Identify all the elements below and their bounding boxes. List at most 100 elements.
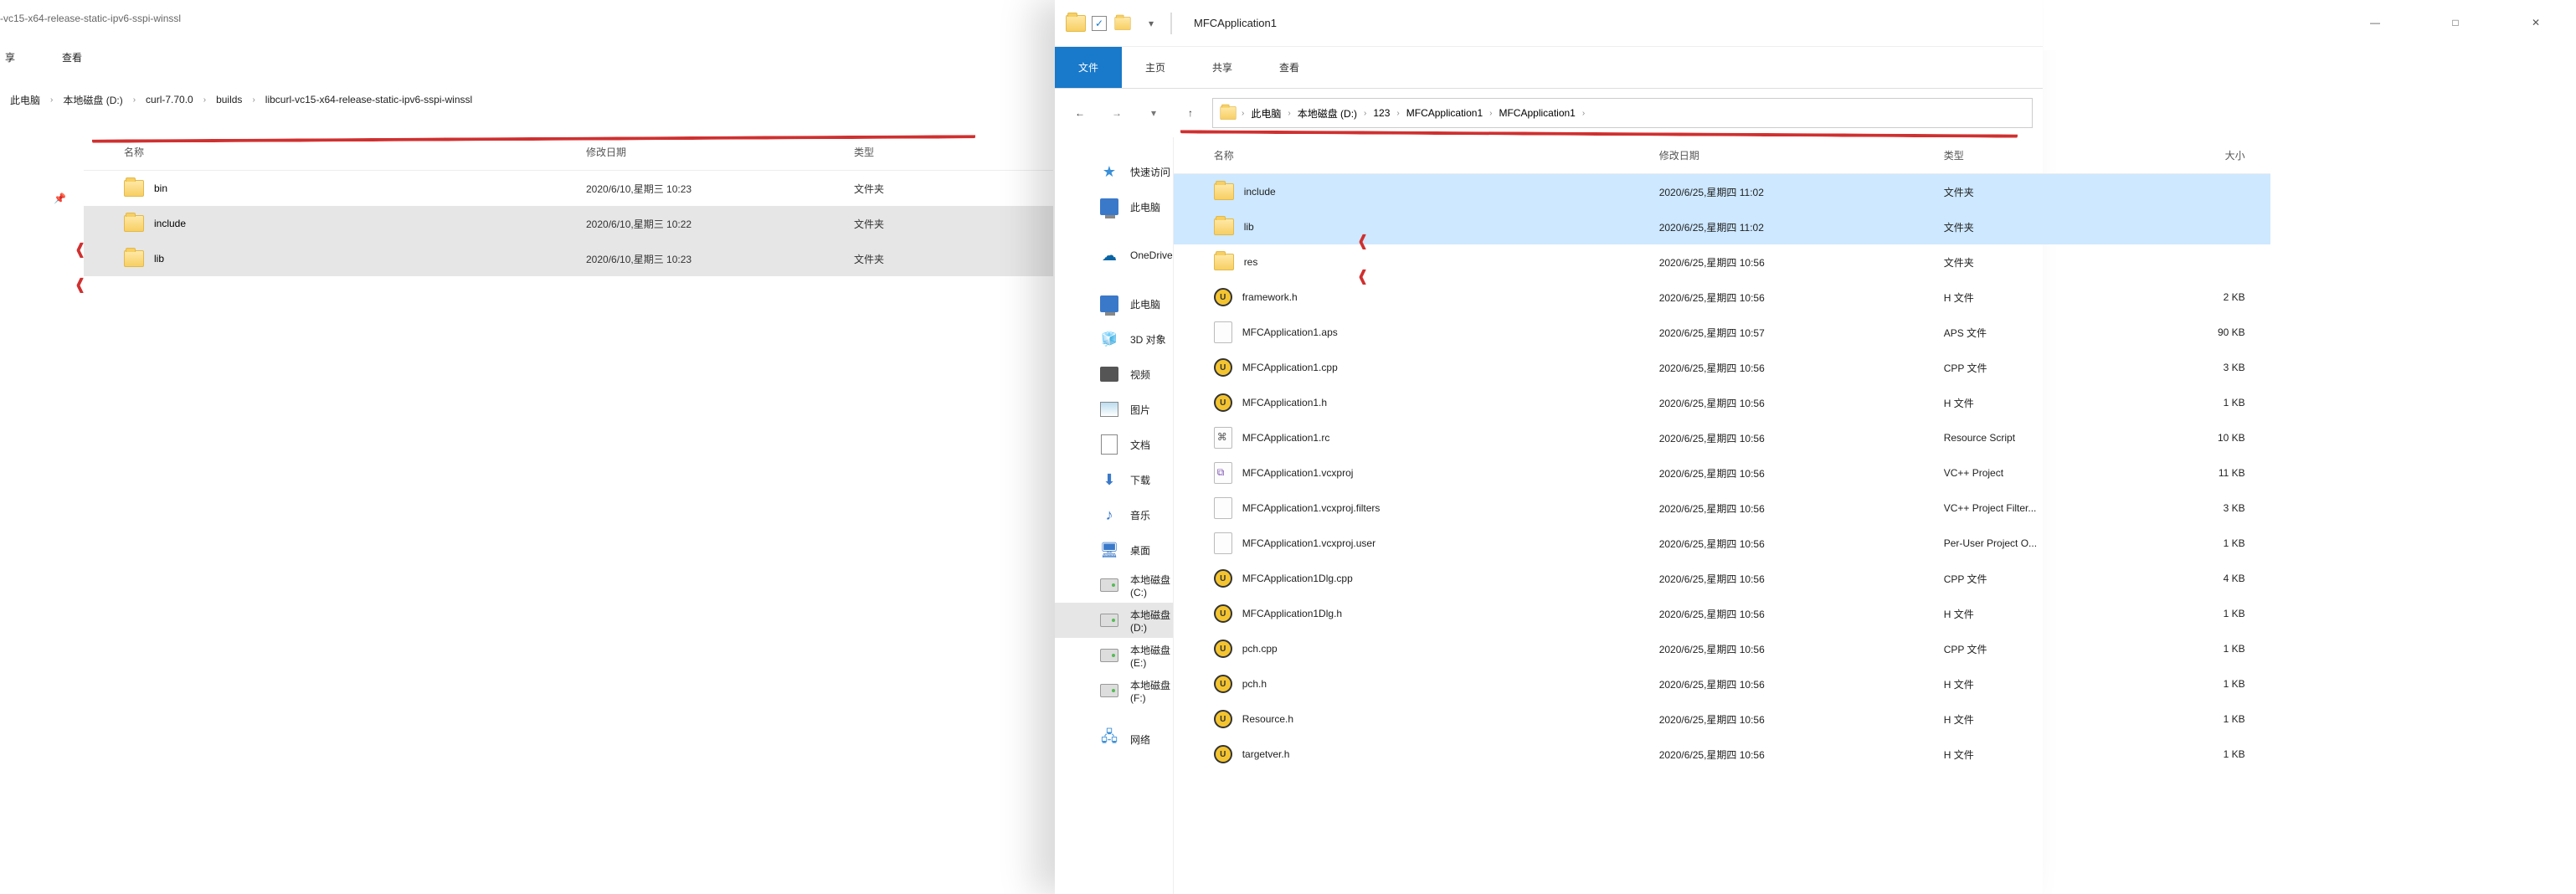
- breadcrumb-mfcapp1-inner[interactable]: MFCApplication1: [1495, 107, 1578, 119]
- breadcrumb-123[interactable]: 123: [1370, 107, 1393, 119]
- quick-access-toolbar: ✓ ▾: [1063, 11, 1164, 36]
- table-row[interactable]: Uframework.h2020/6/25,星期四 10:56H 文件2 KB: [1174, 280, 2270, 315]
- col-type[interactable]: 类型: [1944, 148, 2153, 162]
- ribbon-tab-share[interactable]: 共享: [1189, 47, 1256, 88]
- breadcrumb-drive-d[interactable]: 本地磁盘 (D:): [58, 90, 127, 110]
- file-type: 文件夹: [854, 182, 988, 196]
- column-headers[interactable]: 名称 修改日期 类型 大小: [1174, 137, 2270, 174]
- table-row[interactable]: lib2020/6/25,星期四 11:02文件夹: [1174, 209, 2270, 244]
- table-row[interactable]: Upch.h2020/6/25,星期四 10:56H 文件1 KB: [1174, 666, 2270, 701]
- col-name[interactable]: 名称: [84, 145, 586, 159]
- breadcrumb-mfcapp1[interactable]: MFCApplication1: [1403, 107, 1486, 119]
- table-row[interactable]: Upch.cpp2020/6/25,星期四 10:56CPP 文件1 KB: [1174, 631, 2270, 666]
- nav-thispc[interactable]: 此电脑: [1055, 286, 1173, 321]
- table-row[interactable]: bin2020/6/10,星期三 10:23文件夹: [84, 171, 1053, 206]
- nav-drive-f[interactable]: 本地磁盘 (F:): [1055, 673, 1173, 708]
- checkbox-icon[interactable]: ✓: [1092, 16, 1107, 31]
- nav-documents[interactable]: 文档: [1055, 427, 1173, 462]
- ribbon-tab-home[interactable]: 主页: [1122, 47, 1189, 88]
- nav-quick-access[interactable]: ★快速访问: [1055, 154, 1173, 189]
- ribbon-tab-file[interactable]: 文件: [1055, 47, 1122, 88]
- table-row[interactable]: include2020/6/25,星期四 11:02文件夹: [1174, 174, 2270, 209]
- nav-toolbar: ← → ▾ ↑ › 此电脑› 本地磁盘 (D:)› 123› MFCApplic…: [1055, 89, 2043, 137]
- file-date: 2020/6/25,星期四 10:56: [1659, 537, 1944, 551]
- col-date[interactable]: 修改日期: [586, 145, 854, 159]
- ribbon-view[interactable]: 查看: [59, 45, 85, 69]
- file-type: 文件夹: [1944, 255, 2153, 270]
- vcxproj-icon: [1214, 462, 1232, 484]
- breadcrumb[interactable]: 此电脑› 本地磁盘 (D:)› curl-7.70.0› builds› lib…: [0, 77, 1053, 122]
- table-row[interactable]: lib2020/6/10,星期三 10:23文件夹: [84, 241, 1053, 276]
- file-name: MFCApplication1.vcxproj.user: [1242, 537, 1375, 549]
- nav-network[interactable]: 🖧网络: [1055, 722, 1173, 757]
- breadcrumb-drive-d[interactable]: 本地磁盘 (D:): [1294, 106, 1360, 121]
- file-name: MFCApplication1Dlg.h: [1242, 608, 1342, 619]
- table-row[interactable]: res2020/6/25,星期四 10:56文件夹: [1174, 244, 2270, 280]
- qat-overflow-icon[interactable]: ▾: [1139, 11, 1164, 36]
- table-row[interactable]: UMFCApplication1.h2020/6/25,星期四 10:56H 文…: [1174, 385, 2270, 420]
- nav-downloads[interactable]: ⬇下载: [1055, 462, 1173, 497]
- ribbon-share-fragment[interactable]: 享: [2, 45, 18, 69]
- chevron-right-icon: ›: [1364, 109, 1366, 118]
- nav-drive-e[interactable]: 本地磁盘 (E:): [1055, 638, 1173, 673]
- file-type: 文件夹: [854, 217, 988, 231]
- table-row[interactable]: MFCApplication1.aps2020/6/25,星期四 10:57AP…: [1174, 315, 2270, 350]
- maximize-button[interactable]: □: [2415, 0, 2496, 45]
- file-type: Per-User Project O...: [1944, 537, 2153, 549]
- table-row[interactable]: UMFCApplication1.cpp2020/6/25,星期四 10:56C…: [1174, 350, 2270, 385]
- nav-onedrive[interactable]: ☁OneDrive: [1055, 238, 1173, 273]
- nav-desktop[interactable]: 🖥桌面: [1055, 532, 1173, 568]
- nav-drive-c[interactable]: 本地磁盘 (C:): [1055, 568, 1173, 603]
- table-row[interactable]: MFCApplication1.vcxproj.user 2020/6/25,星期…: [1174, 526, 2270, 561]
- recent-dropdown[interactable]: ▾: [1139, 98, 1169, 128]
- right-explorer-window: ✓ ▾ MFCApplication1 文件 主页 共享 查看 ← → ▾ ↑ …: [1055, 0, 2043, 894]
- nav-pictures[interactable]: 图片: [1055, 392, 1173, 427]
- file-date: 2020/6/25,星期四 10:56: [1659, 607, 1944, 621]
- nav-drive-d[interactable]: 本地磁盘 (D:): [1055, 603, 1173, 638]
- table-row[interactable]: MFCApplication1.rc2020/6/25,星期四 10:56Res…: [1174, 420, 2270, 455]
- col-size[interactable]: 大小: [2153, 148, 2270, 162]
- chevron-right-icon: ›: [1582, 109, 1585, 118]
- forward-button[interactable]: →: [1102, 98, 1132, 128]
- table-row[interactable]: Utargetver.h2020/6/25,星期四 10:56H 文件1 KB: [1174, 737, 2270, 772]
- file-date: 2020/6/25,星期四 10:56: [1659, 361, 1944, 375]
- back-button[interactable]: ←: [1065, 98, 1095, 128]
- table-row[interactable]: UResource.h2020/6/25,星期四 10:56H 文件1 KB: [1174, 701, 2270, 737]
- file-size: 1 KB: [2153, 643, 2270, 655]
- file-name: pch.h: [1242, 678, 1267, 690]
- file-type: VC++ Project: [1944, 467, 2153, 479]
- breadcrumb-builds[interactable]: builds: [211, 90, 247, 109]
- col-type[interactable]: 类型: [854, 145, 988, 159]
- folder-small-icon[interactable]: [1110, 11, 1135, 36]
- up-button[interactable]: ↑: [1175, 98, 1206, 128]
- navigation-pane[interactable]: ★快速访问 此电脑 ☁OneDrive 此电脑 🧊3D 对象 视频 图片 文档 …: [1055, 137, 1174, 894]
- minimize-button[interactable]: —: [2335, 0, 2415, 45]
- table-row[interactable]: include2020/6/10,星期三 10:22文件夹: [84, 206, 1053, 241]
- col-date[interactable]: 修改日期: [1659, 148, 1944, 162]
- nav-music[interactable]: ♪音乐: [1055, 497, 1173, 532]
- nav-videos[interactable]: 视频: [1055, 357, 1173, 392]
- ultraedit-icon: U: [1214, 604, 1232, 623]
- table-row[interactable]: MFCApplication1.vcxproj.filters2020/6/25…: [1174, 491, 2270, 526]
- breadcrumb-thispc[interactable]: 此电脑: [5, 90, 45, 110]
- nav-thispc-shortcut[interactable]: 此电脑: [1055, 189, 1173, 224]
- file-type: VC++ Project Filter...: [1944, 502, 2153, 514]
- cube-icon: 🧊: [1100, 330, 1118, 348]
- address-bar[interactable]: › 此电脑› 本地磁盘 (D:)› 123› MFCApplication1› …: [1212, 98, 2033, 128]
- nav-3d-objects[interactable]: 🧊3D 对象: [1055, 321, 1173, 357]
- table-row[interactable]: MFCApplication1.vcxproj2020/6/25,星期四 10:…: [1174, 455, 2270, 491]
- col-name[interactable]: 名称: [1174, 148, 1659, 162]
- ultraedit-icon: U: [1214, 640, 1232, 658]
- breadcrumb-curl[interactable]: curl-7.70.0: [141, 90, 198, 109]
- table-row[interactable]: UMFCApplication1Dlg.cpp2020/6/25,星期四 10:…: [1174, 561, 2270, 596]
- file-size: 1 KB: [2153, 713, 2270, 725]
- table-row[interactable]: U MFCApplication1Dlg.h 2020/6/25,星期四 10:56…: [1174, 596, 2270, 631]
- pin-icon[interactable]: 📌: [54, 193, 66, 204]
- breadcrumb-libcurl[interactable]: libcurl-vc15-x64-release-static-ipv6-ssp…: [260, 90, 477, 109]
- drive-icon: [1100, 646, 1118, 665]
- column-headers[interactable]: 名称 修改日期 类型: [84, 134, 1053, 171]
- breadcrumb-thispc[interactable]: 此电脑: [1247, 106, 1284, 121]
- file-date: 2020/6/25,星期四 10:56: [1659, 290, 1944, 305]
- close-button[interactable]: ✕: [2496, 0, 2576, 45]
- ribbon-tab-view[interactable]: 查看: [1256, 47, 1323, 88]
